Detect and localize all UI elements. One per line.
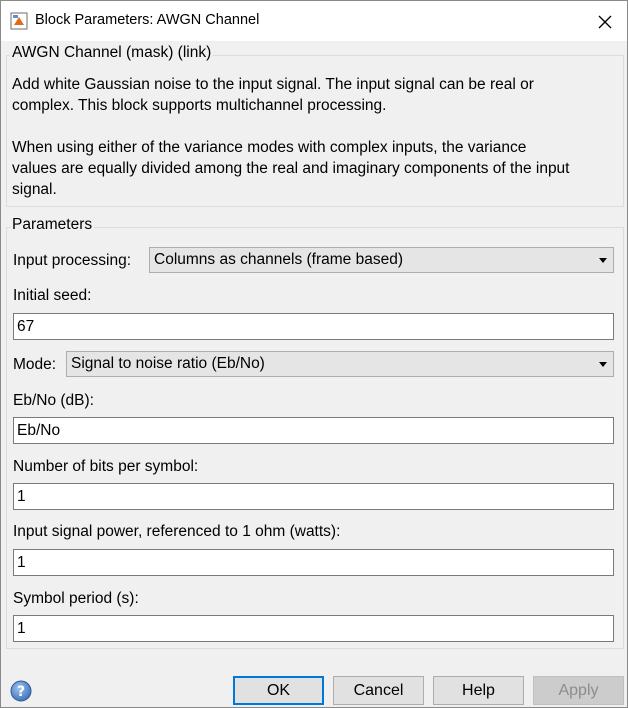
ok-button[interactable]: OK bbox=[233, 676, 324, 705]
ebno-field[interactable]: Eb/No bbox=[13, 417, 614, 444]
close-icon bbox=[598, 15, 612, 29]
description-line: signal. bbox=[12, 181, 57, 198]
input-processing-dropdown[interactable]: Columns as channels (frame based) bbox=[149, 247, 614, 273]
description-line: Add white Gaussian noise to the input si… bbox=[12, 76, 534, 93]
description-group-legend: AWGN Channel (mask) (link) bbox=[10, 44, 214, 62]
description-line: complex. This block supports multichanne… bbox=[12, 97, 387, 114]
bits-per-symbol-field[interactable]: 1 bbox=[13, 483, 614, 510]
signal-power-field[interactable]: 1 bbox=[13, 549, 614, 576]
help-button[interactable]: Help bbox=[433, 676, 524, 705]
title-bar[interactable]: Block Parameters: AWGN Channel bbox=[1, 1, 627, 41]
mode-dropdown[interactable]: Signal to noise ratio (Eb/No) bbox=[66, 351, 614, 377]
simulink-block-icon bbox=[10, 12, 28, 30]
dialog-window: Block Parameters: AWGN Channel AWGN Chan… bbox=[0, 0, 628, 708]
mode-label: Mode: bbox=[13, 356, 57, 373]
dropdown-arrow-icon bbox=[599, 362, 607, 367]
mode-value: Signal to noise ratio (Eb/No) bbox=[71, 355, 265, 372]
svg-text:?: ? bbox=[17, 684, 25, 700]
close-button[interactable] bbox=[587, 7, 623, 37]
cancel-button[interactable]: Cancel bbox=[333, 676, 424, 705]
question-mark-icon[interactable]: ? bbox=[10, 680, 32, 702]
bits-per-symbol-label: Number of bits per symbol: bbox=[13, 458, 199, 475]
apply-button[interactable]: Apply bbox=[533, 676, 624, 705]
signal-power-label: Input signal power, referenced to 1 ohm … bbox=[13, 523, 341, 540]
initial-seed-field[interactable]: 67 bbox=[13, 313, 614, 340]
description-line: When using either of the variance modes … bbox=[12, 139, 527, 156]
symbol-period-label: Symbol period (s): bbox=[13, 590, 139, 607]
symbol-period-field[interactable]: 1 bbox=[13, 615, 614, 642]
initial-seed-label: Initial seed: bbox=[13, 287, 92, 304]
input-processing-label: Input processing: bbox=[13, 252, 132, 269]
window-title: Block Parameters: AWGN Channel bbox=[35, 12, 260, 28]
description-line: values are equally divided among the rea… bbox=[12, 160, 570, 177]
input-processing-value: Columns as channels (frame based) bbox=[154, 251, 403, 268]
parameters-group-legend: Parameters bbox=[10, 216, 95, 234]
dropdown-arrow-icon bbox=[599, 258, 607, 263]
ebno-label: Eb/No (dB): bbox=[13, 392, 94, 409]
